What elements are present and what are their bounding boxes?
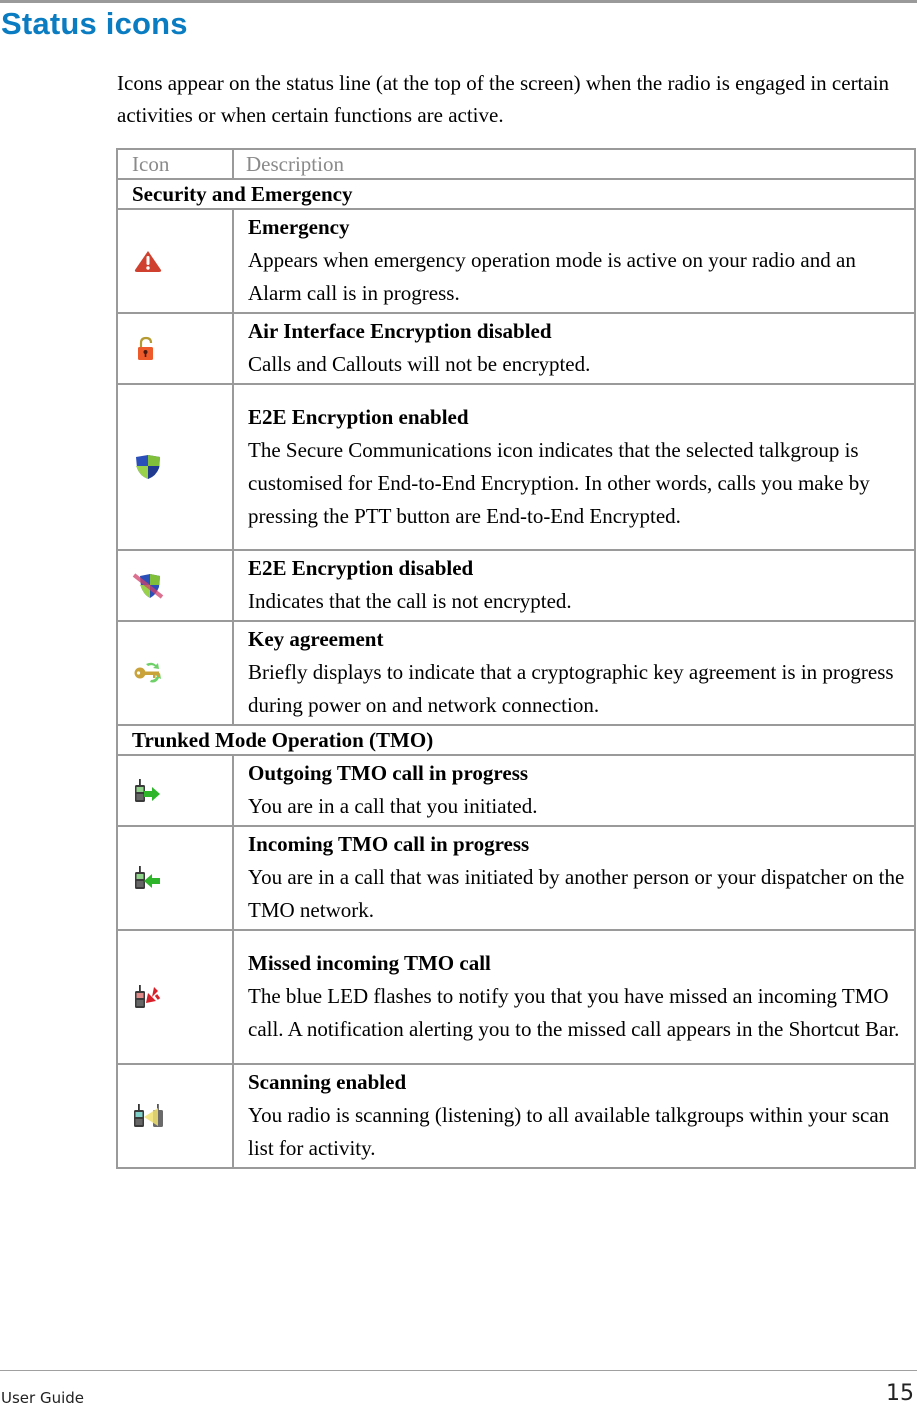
key-exchange-icon bbox=[132, 660, 232, 686]
row-title: Outgoing TMO call in progress bbox=[248, 761, 529, 785]
row-text: You are in a call that was initiated by … bbox=[248, 865, 905, 922]
row-text: Briefly displays to indicate that a cryp… bbox=[248, 660, 894, 717]
row-title: Missed incoming TMO call bbox=[248, 951, 491, 975]
page-number: 15 bbox=[886, 1381, 914, 1406]
footer-label: User Guide bbox=[1, 1389, 85, 1407]
row-title: E2E Encryption enabled bbox=[248, 404, 469, 429]
table-row: Air Interface Encryption disabled Calls … bbox=[116, 312, 916, 385]
row-text: Appears when emergency operation mode is… bbox=[248, 248, 856, 305]
section-title: Security and Emergency bbox=[116, 178, 916, 210]
row-title: Scanning enabled bbox=[248, 1070, 407, 1094]
table-row: E2E Encryption disabled Indicates that t… bbox=[116, 549, 916, 622]
radio-missed-call-icon bbox=[132, 984, 232, 1010]
row-text: Calls and Callouts will not be encrypted… bbox=[248, 352, 591, 376]
status-icons-table: Icon Description Security and Emergency … bbox=[116, 148, 916, 1169]
row-text: You are in a call that you initiated. bbox=[248, 794, 538, 818]
table-row: Emergency Appears when emergency operati… bbox=[116, 208, 916, 314]
table-row: Missed incoming TMO call The blue LED fl… bbox=[116, 929, 916, 1065]
footer-rule bbox=[0, 1370, 917, 1371]
row-text: The Secure Communications icon indicates… bbox=[248, 437, 870, 528]
table-row: Incoming TMO call in progress You are in… bbox=[116, 825, 916, 931]
shield-crossed-icon bbox=[132, 572, 232, 599]
table-row: Key agreement Briefly displays to indica… bbox=[116, 620, 916, 726]
section-row: Trunked Mode Operation (TMO) bbox=[116, 724, 916, 756]
radio-scanning-icon bbox=[132, 1103, 232, 1129]
row-title: Air Interface Encryption disabled bbox=[248, 319, 552, 343]
row-title: E2E Encryption disabled bbox=[248, 556, 474, 580]
row-text: You radio is scanning (listening) to all… bbox=[248, 1103, 890, 1160]
intro-paragraph: Icons appear on the status line (at the … bbox=[117, 71, 890, 127]
unlocked-padlock-icon bbox=[132, 336, 232, 362]
table-row: E2E Encryption enabled The Secure Commun… bbox=[116, 383, 916, 551]
page-heading: Status icons bbox=[1, 6, 188, 41]
row-title: Key agreement bbox=[248, 627, 384, 651]
section-title: Trunked Mode Operation (TMO) bbox=[116, 724, 916, 756]
emergency-warning-icon bbox=[132, 248, 232, 274]
table-header-row: Icon Description bbox=[116, 148, 916, 180]
row-text: Indicates that the call is not encrypted… bbox=[248, 589, 572, 613]
row-title: Incoming TMO call in progress bbox=[248, 832, 530, 856]
row-title: Emergency bbox=[248, 215, 350, 239]
header-description: Description bbox=[232, 148, 916, 180]
radio-incoming-arrow-icon bbox=[132, 865, 232, 891]
row-text: The blue LED flashes to notify you that … bbox=[248, 984, 900, 1041]
table-row: Outgoing TMO call in progress You are in… bbox=[116, 754, 916, 827]
radio-outgoing-arrow-icon bbox=[132, 778, 232, 804]
header-icon: Icon bbox=[116, 148, 234, 180]
shield-icon bbox=[132, 454, 232, 480]
section-row: Security and Emergency bbox=[116, 178, 916, 210]
top-rule bbox=[0, 0, 917, 3]
table-row: Scanning enabled You radio is scanning (… bbox=[116, 1063, 916, 1169]
